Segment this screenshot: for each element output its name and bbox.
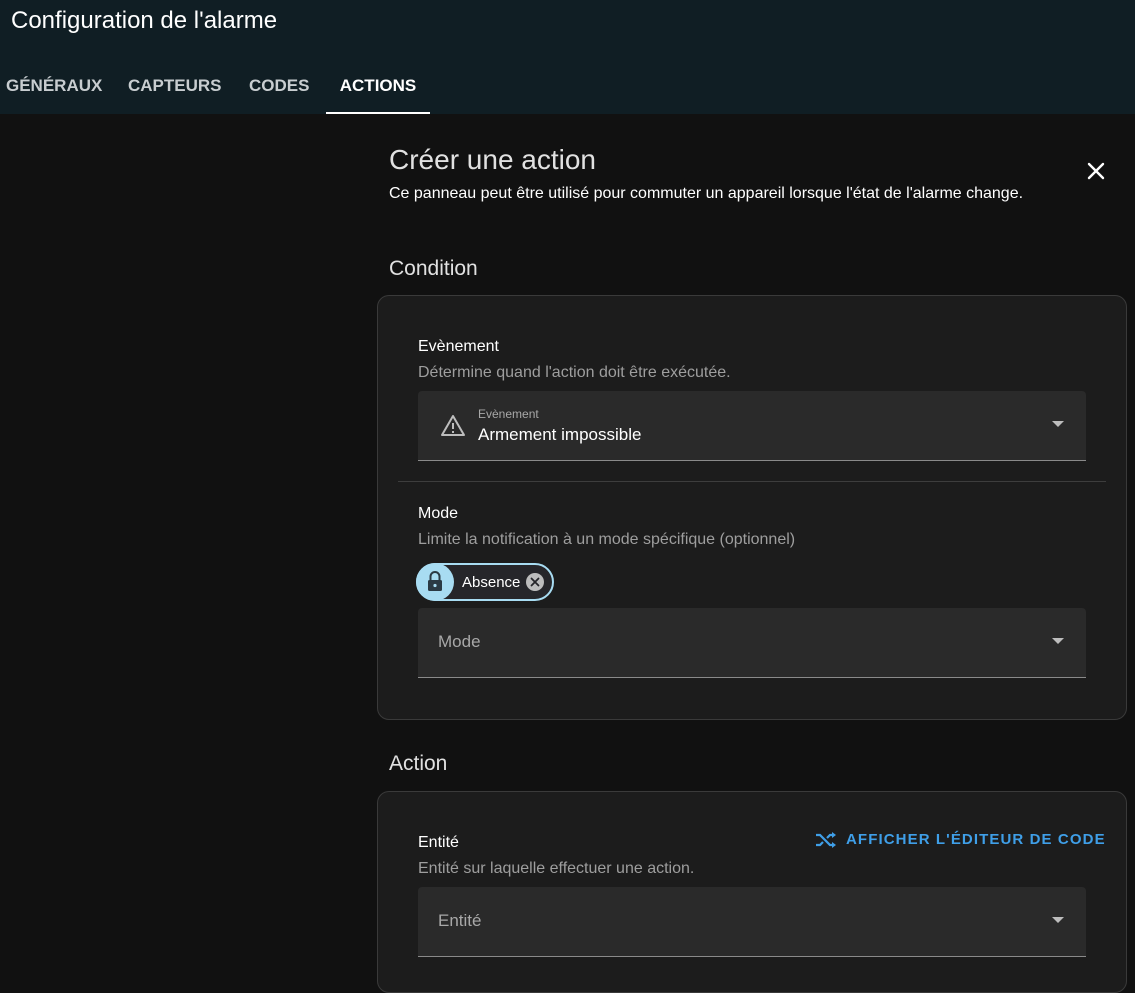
event-help: Détermine quand l'action doit être exécu… bbox=[418, 364, 731, 381]
lock-icon bbox=[428, 571, 442, 591]
entity-select-placeholder: Entité bbox=[438, 911, 482, 930]
action-section-title: Action bbox=[389, 752, 448, 775]
close-button[interactable] bbox=[1080, 155, 1112, 187]
mode-label: Mode bbox=[418, 505, 459, 522]
app-header: Configuration de l'alarme GÉNÉRAUX CAPTE… bbox=[0, 0, 1135, 114]
chevron-down-icon bbox=[1052, 917, 1064, 923]
entity-help: Entité sur laquelle effectuer une action… bbox=[418, 860, 695, 877]
event-select[interactable]: Evènement Armement impossible bbox=[418, 391, 1086, 461]
page-title: Configuration de l'alarme bbox=[11, 7, 278, 34]
mode-select-placeholder: Mode bbox=[438, 632, 481, 651]
tab-codes[interactable]: CODES bbox=[249, 64, 309, 114]
mode-help: Limite la notification à un mode spécifi… bbox=[418, 531, 796, 548]
chip-avatar bbox=[416, 563, 454, 601]
event-select-value: Armement impossible bbox=[478, 425, 642, 444]
event-label: Evènement bbox=[418, 338, 499, 355]
entity-label: Entité bbox=[418, 834, 459, 851]
mode-select[interactable]: Mode bbox=[418, 608, 1086, 678]
entity-select[interactable]: Entité bbox=[418, 887, 1086, 957]
close-icon bbox=[1087, 162, 1105, 180]
tab-actions[interactable]: ACTIONS bbox=[326, 64, 430, 114]
tab-capteurs[interactable]: CAPTEURS bbox=[128, 64, 222, 114]
shuffle-icon bbox=[816, 832, 836, 848]
mode-chip-absence[interactable]: Absence bbox=[416, 563, 554, 601]
panel-description: Ce panneau peut être utilisé pour commut… bbox=[389, 185, 1024, 202]
tab-generaux[interactable]: GÉNÉRAUX bbox=[6, 64, 102, 114]
section-divider bbox=[398, 481, 1106, 482]
remove-circle-icon[interactable] bbox=[525, 572, 545, 592]
alert-triangle-icon bbox=[441, 415, 465, 436]
chevron-down-icon bbox=[1052, 638, 1064, 644]
panel-title: Créer une action bbox=[389, 144, 597, 175]
event-select-label: Evènement bbox=[478, 407, 539, 421]
chip-label: Absence bbox=[462, 574, 521, 591]
show-code-editor-label: AFFICHER L'ÉDITEUR DE CODE bbox=[846, 831, 1106, 848]
condition-section-title: Condition bbox=[389, 257, 478, 280]
tab-actions-label: ACTIONS bbox=[339, 76, 417, 95]
active-tab-indicator bbox=[326, 112, 430, 114]
chevron-down-icon bbox=[1052, 421, 1064, 427]
